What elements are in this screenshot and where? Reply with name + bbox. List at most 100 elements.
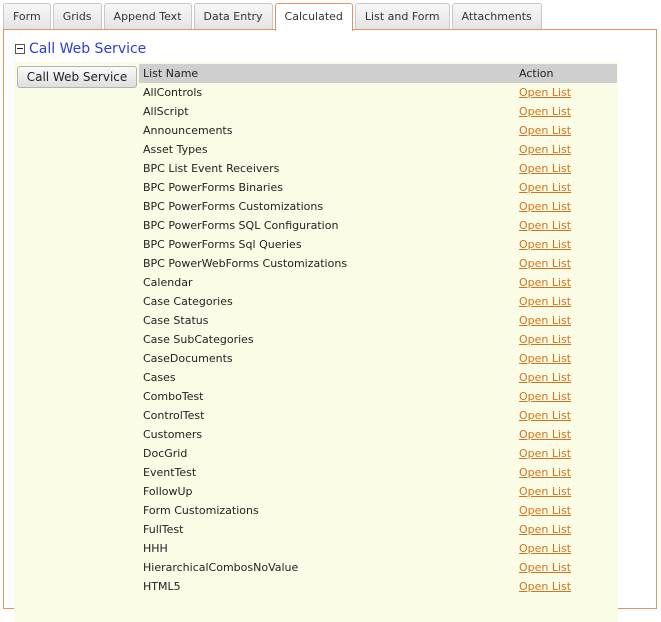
list-name-cell: ComboTest	[143, 390, 204, 403]
table-row: HierarchicalCombosNoValue Open List	[139, 558, 617, 577]
open-list-link[interactable]: Open List	[519, 86, 571, 99]
open-list-link[interactable]: Open List	[519, 352, 571, 365]
table-row: HTML5 Open List	[139, 577, 617, 596]
list-name-cell: Calendar	[143, 276, 193, 289]
table-row: BPC PowerForms SQL Configuration Open Lis…	[139, 216, 617, 235]
list-name-cell: HHH	[143, 542, 168, 555]
open-list-link[interactable]: Open List	[519, 466, 571, 479]
list-name-cell: FullTest	[143, 523, 184, 536]
list-name-cell: BPC PowerForms Sql Queries	[143, 238, 302, 251]
grid-body: AllControls Open List AllScript Open List An…	[139, 83, 617, 596]
open-list-link[interactable]: Open List	[519, 219, 571, 232]
list-name-cell: HTML5	[143, 580, 181, 593]
open-list-link[interactable]: Open List	[519, 276, 571, 289]
open-list-link[interactable]: Open List	[519, 428, 571, 441]
tab-attachments[interactable]: Attachments	[451, 3, 542, 29]
list-name-cell: Announcements	[143, 124, 233, 137]
table-row: ComboTest Open List	[139, 387, 617, 406]
table-row: HHH Open List	[139, 539, 617, 558]
open-list-link[interactable]: Open List	[519, 181, 571, 194]
list-name-cell: ControlTest	[143, 409, 205, 422]
table-row: Calendar Open List	[139, 273, 617, 292]
list-name-cell: BPC PowerForms SQL Configuration	[143, 219, 339, 232]
open-list-link[interactable]: Open List	[519, 333, 571, 346]
table-row: FullTest Open List	[139, 520, 617, 539]
list-name-cell: AllScript	[143, 105, 189, 118]
lists-grid: List Name Action AllControls Open List All…	[139, 64, 617, 596]
list-name-cell: Form Customizations	[143, 504, 259, 517]
table-row: AllScript Open List	[139, 102, 617, 121]
list-name-cell: DocGrid	[143, 447, 188, 460]
open-list-link[interactable]: Open List	[519, 485, 571, 498]
list-name-cell: HierarchicalCombosNoValue	[143, 561, 299, 574]
open-list-link[interactable]: Open List	[519, 105, 571, 118]
list-name-cell: CaseDocuments	[143, 352, 233, 365]
table-row: BPC List Event Receivers Open List	[139, 159, 617, 178]
list-name-cell: BPC PowerWebForms Customizations	[143, 257, 348, 270]
open-list-link[interactable]: Open List	[519, 143, 571, 156]
section-header: Call Web Service	[15, 41, 146, 57]
list-name-cell: Case SubCategories	[143, 333, 254, 346]
list-name-cell: Asset Types	[143, 143, 208, 156]
table-row: BPC PowerWebForms Customizations Open Lis…	[139, 254, 617, 273]
table-row: CaseDocuments Open List	[139, 349, 617, 368]
open-list-link[interactable]: Open List	[519, 238, 571, 251]
section-title: Call Web Service	[29, 41, 147, 57]
table-row: Customers Open List	[139, 425, 617, 444]
list-name-cell: FollowUp	[143, 485, 193, 498]
open-list-link[interactable]: Open List	[519, 504, 571, 517]
table-row: AllControls Open List	[139, 83, 617, 102]
open-list-link[interactable]: Open List	[519, 580, 571, 593]
open-list-link[interactable]: Open List	[519, 200, 571, 213]
list-name-cell: Customers	[143, 428, 203, 441]
list-name-cell: BPC PowerForms Customizations	[143, 200, 324, 213]
table-row: FollowUp Open List	[139, 482, 617, 501]
tab-bar: Form Grids Append Text Data Entry Calculated…	[3, 3, 544, 31]
list-name-cell: EventTest	[143, 466, 197, 479]
open-list-link[interactable]: Open List	[519, 523, 571, 536]
table-row: BPC PowerForms Customizations Open List	[139, 197, 617, 216]
table-row: BPC PowerForms Sql Queries Open List	[139, 235, 617, 254]
tab-panel: Call Web Service Call Web Service List N…	[3, 29, 657, 622]
table-row: Case Status Open List	[139, 311, 617, 330]
table-row: Asset Types Open List	[139, 140, 617, 159]
column-header-action: Action	[519, 67, 554, 80]
list-name-cell: Cases	[143, 371, 176, 384]
list-name-cell: BPC PowerForms Binaries	[143, 181, 283, 194]
tab-data-entry[interactable]: Data Entry	[193, 3, 273, 29]
section-body: Call Web Service List Name Action AllCon…	[14, 62, 618, 622]
open-list-link[interactable]: Open List	[519, 542, 571, 555]
open-list-link[interactable]: Open List	[519, 257, 571, 270]
tab-calculated[interactable]: Calculated	[274, 3, 353, 31]
call-web-service-button[interactable]: Call Web Service	[17, 66, 137, 88]
open-list-link[interactable]: Open List	[519, 447, 571, 460]
open-list-link[interactable]: Open List	[519, 314, 571, 327]
tab-grids[interactable]: Grids	[52, 3, 102, 29]
table-row: Cases Open List	[139, 368, 617, 387]
grid-header: List Name Action	[139, 64, 617, 83]
table-row: BPC PowerForms Binaries Open List	[139, 178, 617, 197]
table-row: Form Customizations Open List	[139, 501, 617, 520]
list-name-cell: Case Status	[143, 314, 209, 327]
list-name-cell: BPC List Event Receivers	[143, 162, 280, 175]
column-header-list-name: List Name	[143, 67, 199, 80]
table-row: ControlTest Open List	[139, 406, 617, 425]
list-name-cell: Case Categories	[143, 295, 233, 308]
open-list-link[interactable]: Open List	[519, 561, 571, 574]
table-row: Announcements Open List	[139, 121, 617, 140]
list-name-cell: AllControls	[143, 86, 203, 99]
open-list-link[interactable]: Open List	[519, 124, 571, 137]
table-row: Case SubCategories Open List	[139, 330, 617, 349]
tab-list-and-form[interactable]: List and Form	[354, 3, 450, 29]
tab-form[interactable]: Form	[3, 3, 51, 29]
collapse-minus-icon[interactable]	[15, 44, 25, 54]
table-row: Case Categories Open List	[139, 292, 617, 311]
open-list-link[interactable]: Open List	[519, 295, 571, 308]
table-row: DocGrid Open List	[139, 444, 617, 463]
open-list-link[interactable]: Open List	[519, 162, 571, 175]
open-list-link[interactable]: Open List	[519, 371, 571, 384]
table-row: EventTest Open List	[139, 463, 617, 482]
tab-append-text[interactable]: Append Text	[103, 3, 192, 29]
open-list-link[interactable]: Open List	[519, 409, 571, 422]
open-list-link[interactable]: Open List	[519, 390, 571, 403]
